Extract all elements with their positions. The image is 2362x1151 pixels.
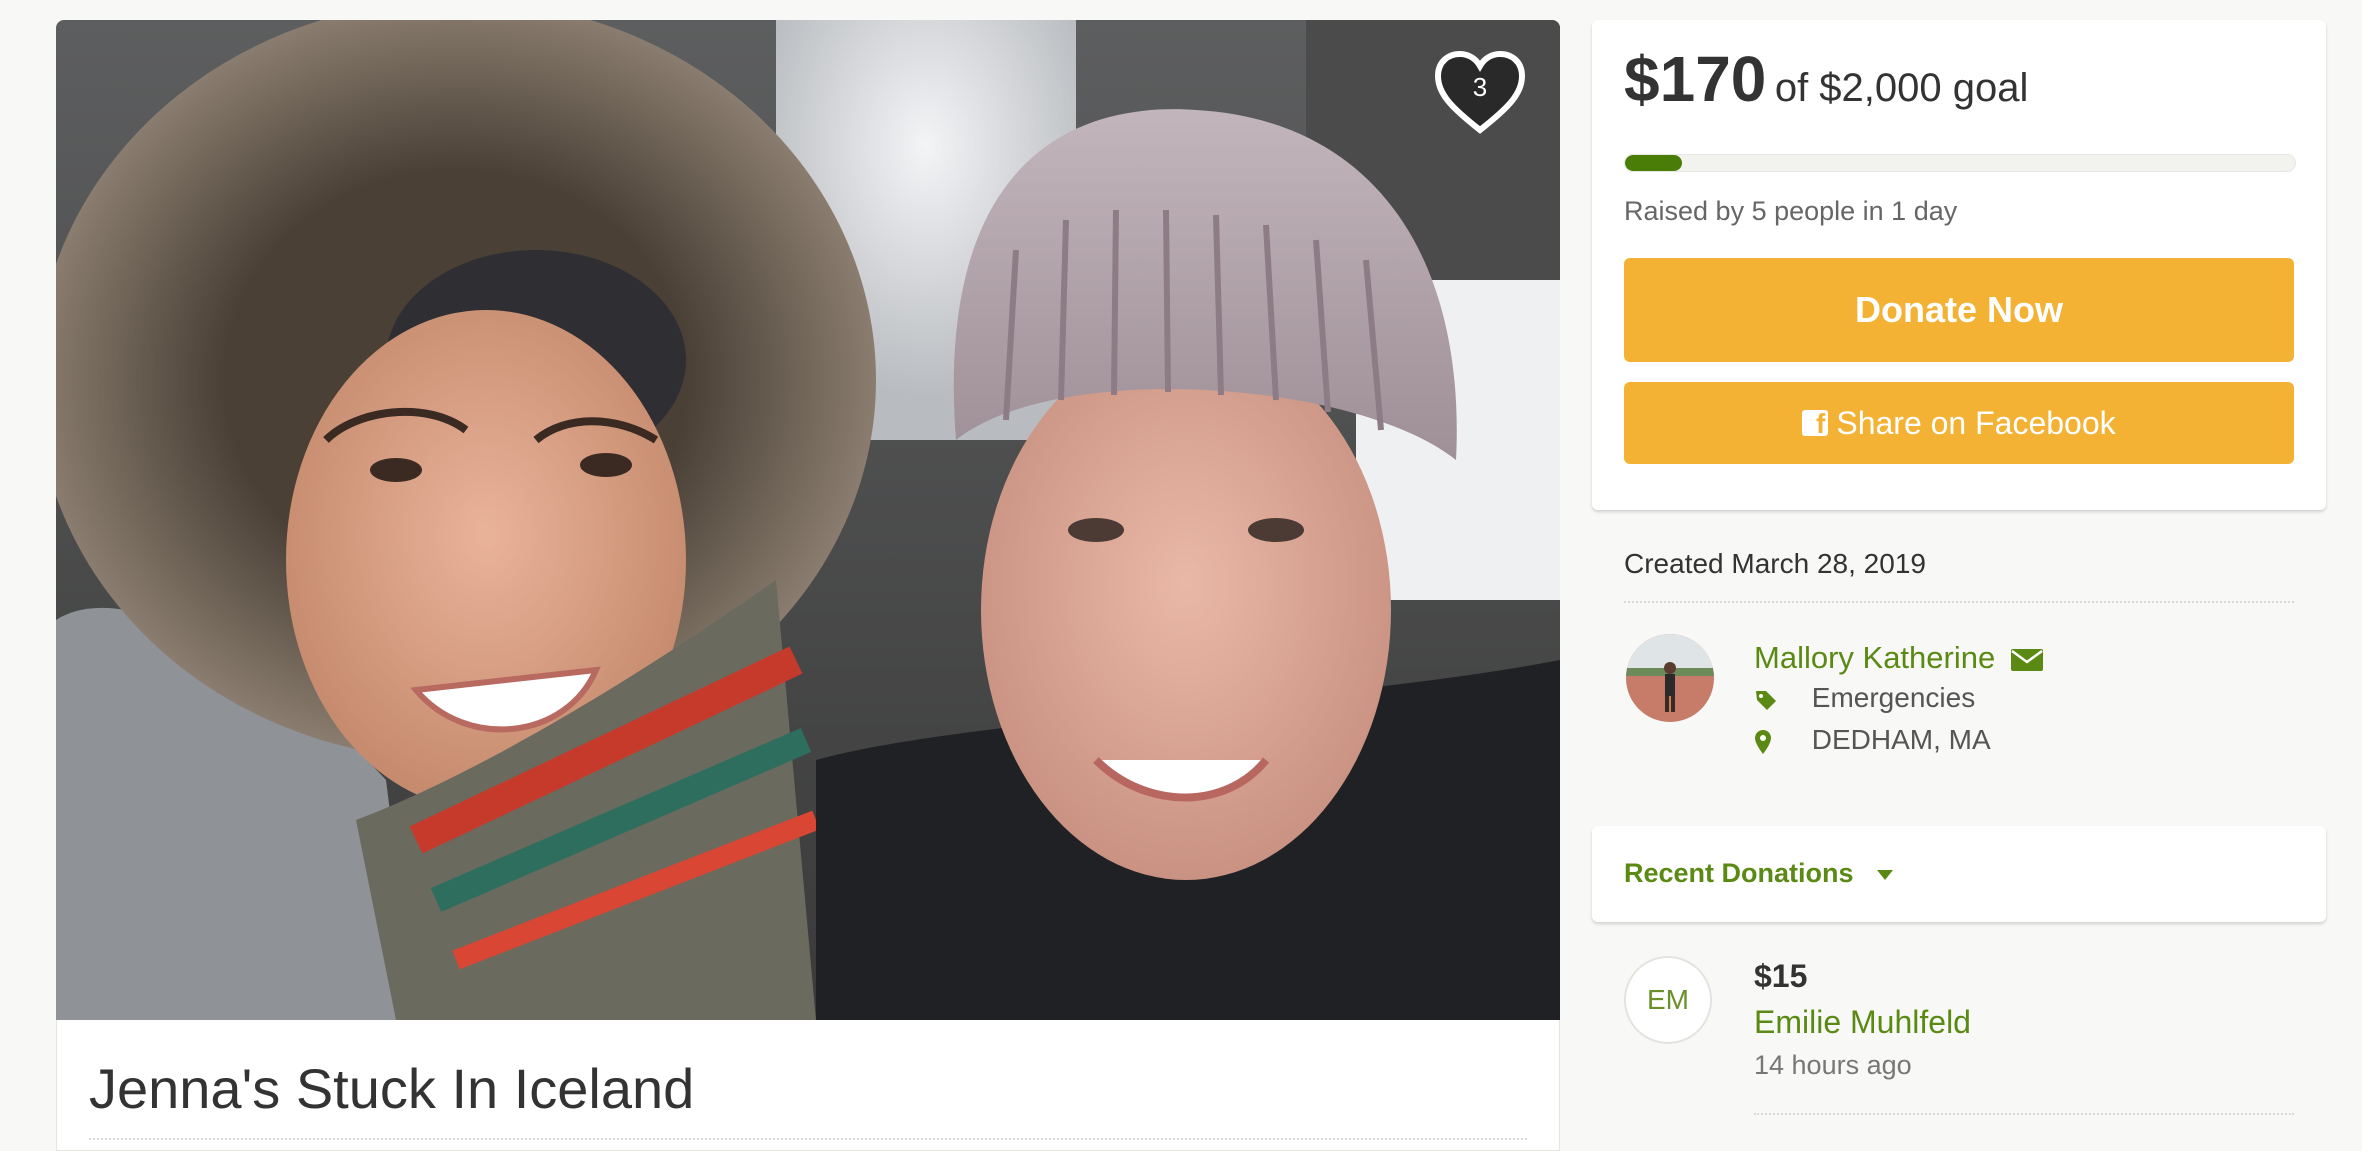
recent-donations-card: Recent Donations [1592, 826, 2326, 922]
raised-amount: $170 [1624, 43, 1767, 115]
favorite-heart-button[interactable]: 3 [1432, 48, 1528, 138]
category-row: Emergencies [1754, 682, 1975, 714]
tag-icon [1754, 688, 1804, 712]
caret-down-icon [1877, 869, 1894, 880]
title-divider [89, 1138, 1527, 1140]
donation-card: $170 of $2,000 goal Raised by 5 people i… [1592, 20, 2326, 510]
donate-now-label: Donate Now [1854, 289, 2063, 330]
organizer-name: Mallory Katherine [1754, 640, 1996, 675]
campaign-title: Jenna's Stuck In Iceland [89, 1057, 695, 1120]
donation-divider [1754, 1113, 2294, 1115]
recent-donations-toggle[interactable]: Recent Donations [1624, 858, 1894, 889]
raised-summary: $170 of $2,000 goal [1624, 42, 2028, 116]
created-divider [1624, 601, 2294, 603]
facebook-icon [1802, 408, 1829, 440]
share-on-facebook-label: Share on Facebook [1836, 404, 2116, 441]
donation-amount: $15 [1754, 958, 1808, 994]
donor-avatar: EM [1624, 956, 1712, 1044]
category-text: Emergencies [1811, 682, 1976, 713]
created-date: Created March 28, 2019 [1624, 548, 1926, 579]
organizer-avatar-image [1626, 634, 1714, 722]
progress-bar-fill [1625, 155, 1682, 171]
organizer-name-link[interactable]: Mallory Katherine [1754, 640, 2044, 676]
mail-icon[interactable] [2010, 648, 2044, 672]
title-card: Jenna's Stuck In Iceland [56, 1020, 1560, 1151]
location-text: DEDHAM, MA [1811, 724, 1991, 755]
campaign-photo: 3 [56, 20, 1560, 1020]
goal-text: of $2,000 goal [1774, 66, 2029, 110]
map-pin-icon [1754, 729, 1804, 755]
donation-time: 14 hours ago [1754, 1050, 1912, 1080]
donate-now-button[interactable]: Donate Now [1624, 258, 2294, 362]
campaign-photo-image [56, 20, 1560, 1020]
heart-count: 3 [1472, 72, 1488, 102]
organizer-avatar[interactable] [1626, 634, 1714, 722]
location-row: DEDHAM, MA [1754, 724, 1991, 756]
share-on-facebook-button[interactable]: Share on Facebook [1624, 382, 2294, 464]
progress-bar [1624, 154, 2296, 172]
recent-donations-label: Recent Donations [1624, 858, 1854, 888]
donor-name-link[interactable]: Emilie Muhlfeld [1754, 1004, 1971, 1041]
raised-by-text: Raised by 5 people in 1 day [1624, 196, 1958, 226]
